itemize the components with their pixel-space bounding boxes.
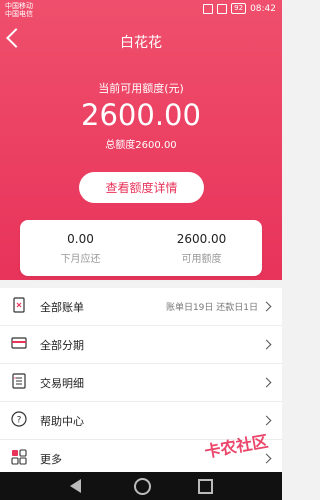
card-icon	[11, 337, 27, 349]
chevron-right-icon	[261, 301, 272, 312]
status-bar: 中国移动 中国电信 92 08:42	[0, 0, 282, 20]
list-icon	[12, 373, 26, 389]
carrier-1: 中国移动	[5, 2, 33, 10]
vibrate-icon	[203, 3, 214, 14]
total-limit-text: 总额度2600.00	[105, 140, 177, 151]
chevron-right-icon	[261, 377, 272, 388]
chevron-right-icon	[261, 453, 272, 464]
next-month-due[interactable]: 0.00 下月应还	[20, 232, 141, 265]
available-credit-label: 可用额度	[181, 254, 222, 265]
battery-icon: 92	[231, 3, 247, 14]
menu-item-label: 帮助中心	[40, 415, 84, 428]
help-icon: ?	[11, 411, 27, 427]
nav-recent-apps-icon[interactable]	[198, 479, 213, 494]
system-navigation-bar	[0, 472, 282, 500]
next-month-due-value: 0.00	[67, 232, 94, 246]
bill-icon	[13, 297, 25, 313]
view-limit-details-button[interactable]: 查看额度详情	[79, 172, 204, 203]
menu-item-label: 更多	[40, 453, 62, 466]
nav-back-icon[interactable]	[70, 479, 81, 493]
carrier-2: 中国电信	[5, 10, 33, 18]
clock: 08:42	[250, 3, 276, 14]
summary-card: 0.00 下月应还 2600.00 可用额度	[20, 220, 262, 276]
svg-text:?: ?	[17, 416, 22, 426]
available-credit-value: 2600.00	[176, 232, 227, 246]
menu-item-label: 全部分期	[40, 339, 84, 352]
menu-item-label: 全部账单	[40, 301, 84, 314]
available-limit-label: 当前可用额度(元)	[98, 82, 184, 95]
menu-item-installments[interactable]: 全部分期	[0, 326, 282, 364]
page-title: 白花花	[120, 35, 162, 51]
available-limit-amount: 2600.00	[81, 98, 201, 132]
nav-home-icon[interactable]	[134, 478, 151, 495]
menu-item-label: 交易明细	[40, 377, 84, 390]
menu-item-all-bills[interactable]: 全部账单 账单日19日 还款日1日	[0, 288, 282, 326]
available-credit[interactable]: 2600.00 可用额度	[141, 232, 262, 265]
chevron-right-icon	[261, 415, 272, 426]
menu-item-transactions[interactable]: 交易明细	[0, 364, 282, 402]
status-right: 92 08:42	[203, 3, 276, 14]
carrier-info: 中国移动 中国电信	[5, 2, 33, 18]
next-month-due-label: 下月应还	[60, 254, 101, 265]
wifi-icon	[217, 3, 228, 14]
billing-date-note: 账单日19日 还款日1日	[165, 303, 258, 313]
more-icon	[11, 449, 27, 465]
chevron-right-icon	[261, 339, 272, 350]
